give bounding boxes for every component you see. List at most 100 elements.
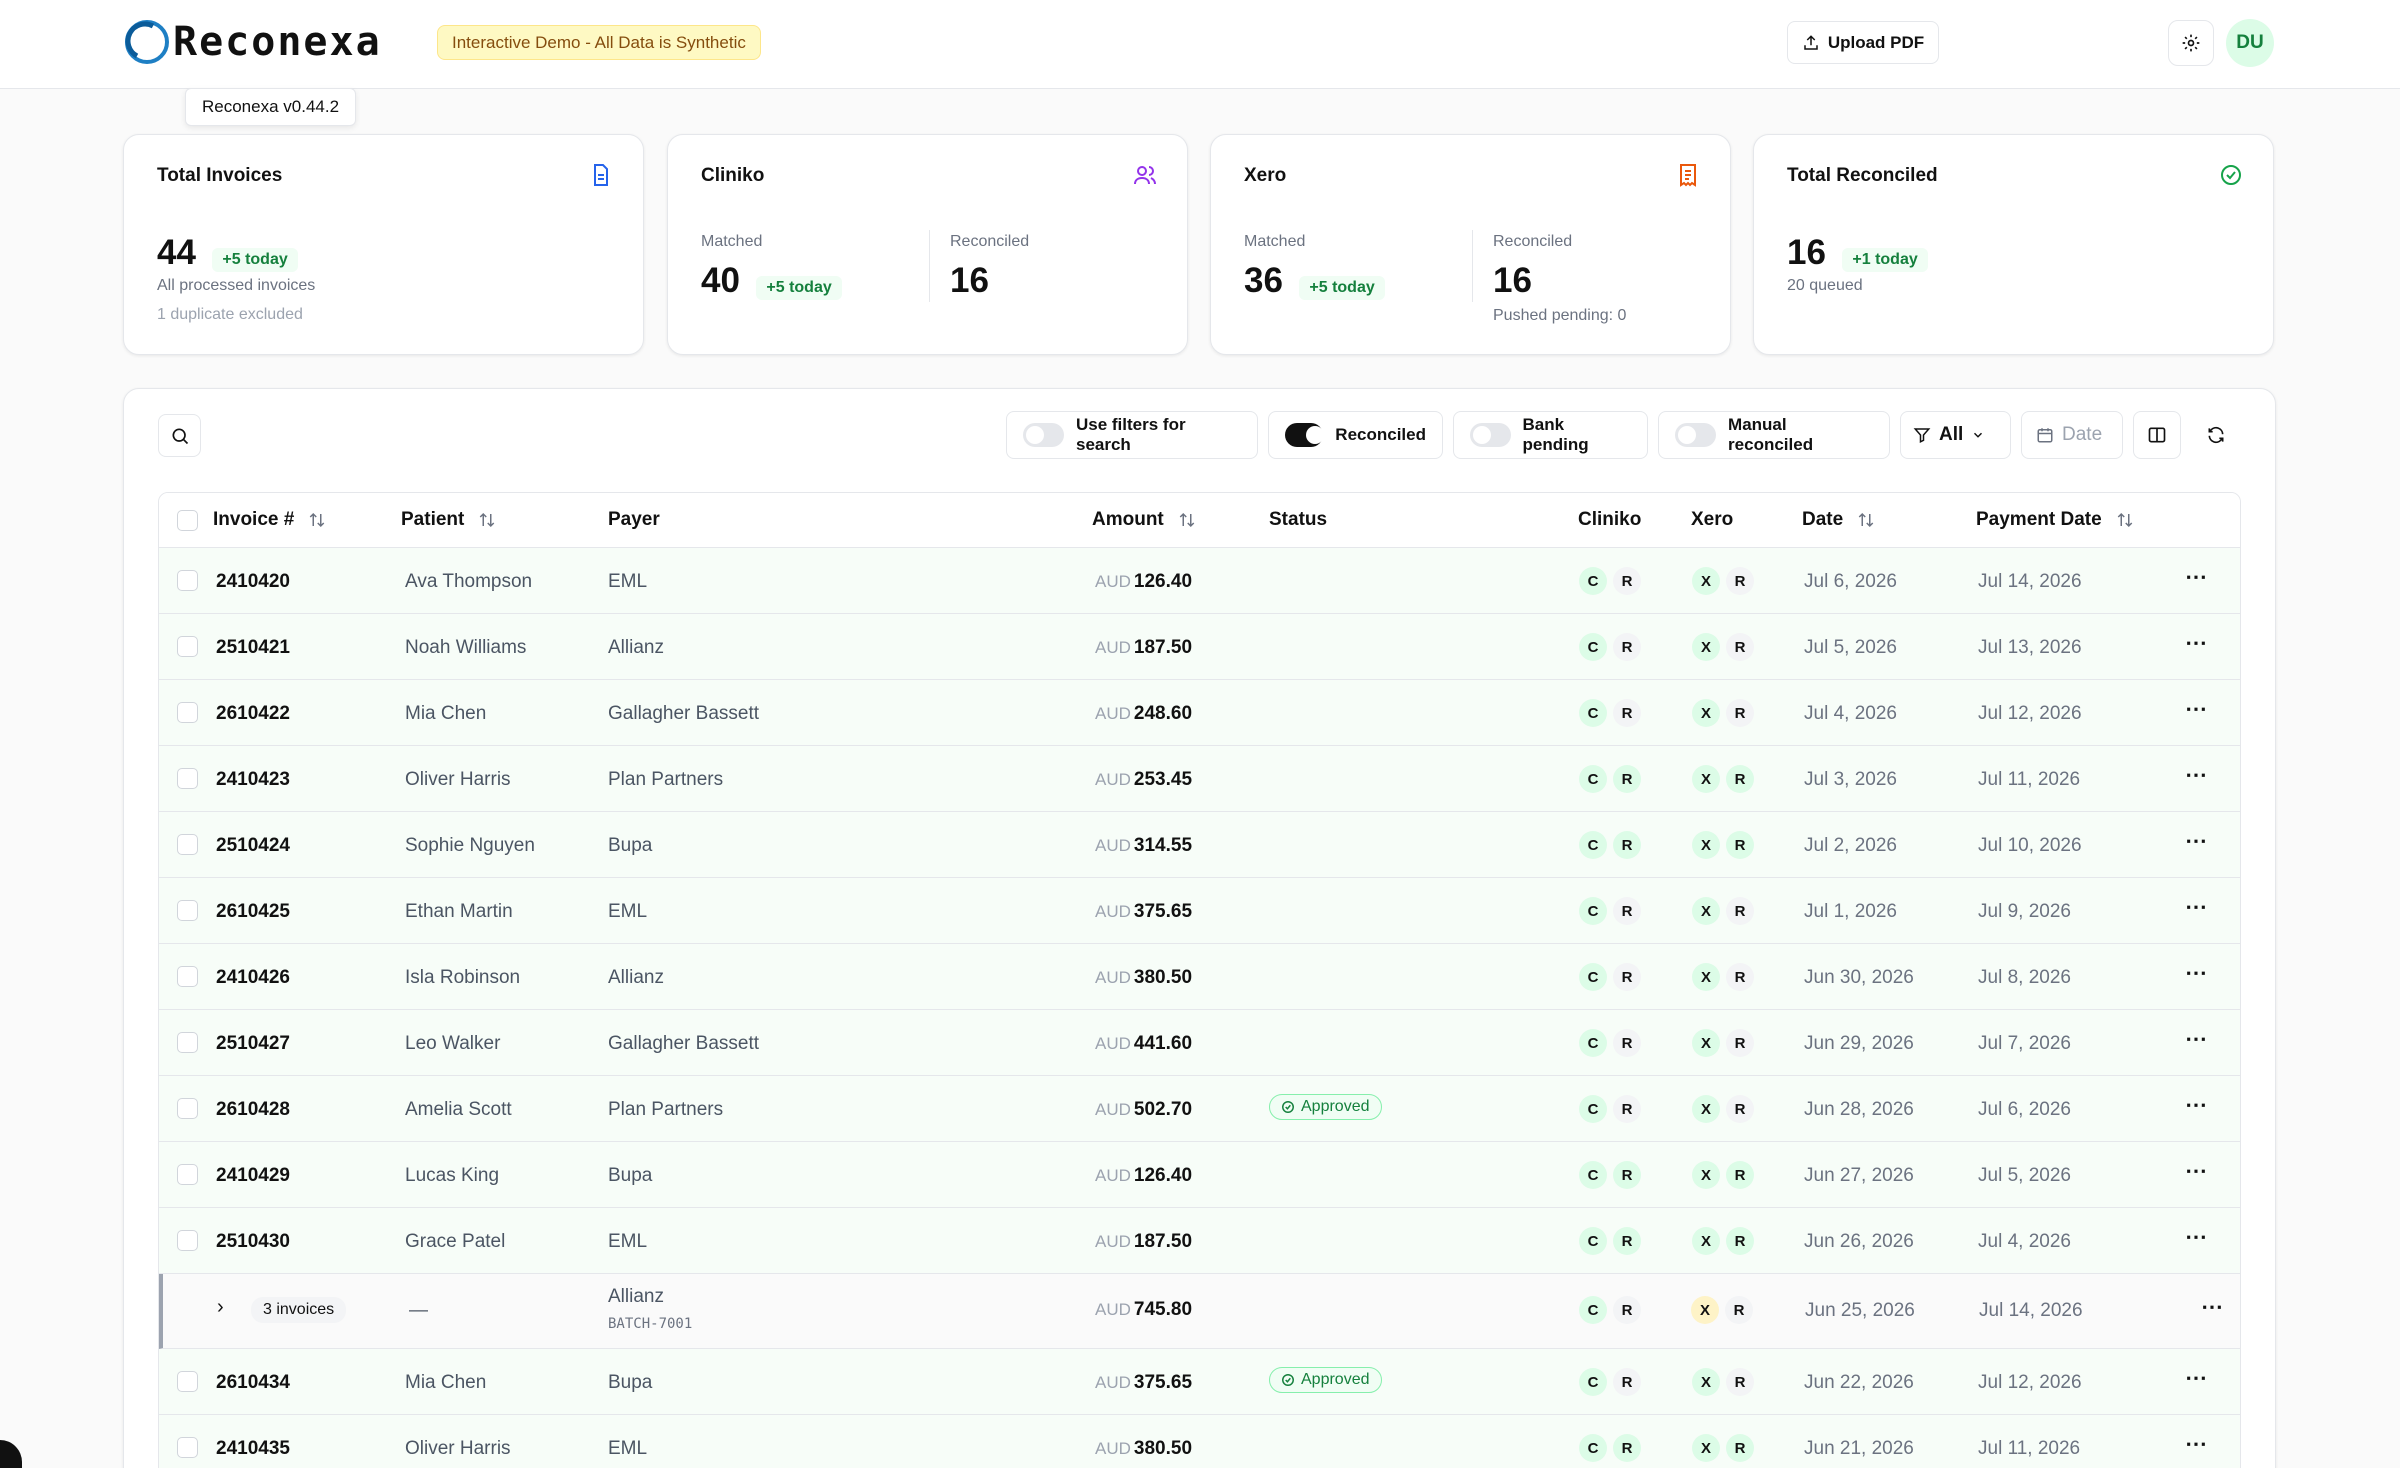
table-row[interactable]: 2610428 Amelia Scott Plan Partners AUD 502.7… <box>159 1076 2240 1142</box>
row-checkbox[interactable] <box>177 966 198 987</box>
date-picker[interactable]: Date <box>2021 411 2123 459</box>
currency: AUD <box>1095 1300 1131 1319</box>
invoice-number[interactable]: 2510421 <box>216 637 290 659</box>
user-avatar[interactable]: DU <box>2226 19 2274 67</box>
row-checkbox[interactable] <box>177 1032 198 1053</box>
logo-icon <box>125 20 169 64</box>
col-date[interactable]: Date <box>1802 509 1875 531</box>
row-checkbox[interactable] <box>177 702 198 723</box>
patient-name: Sophie Nguyen <box>405 835 535 856</box>
row-checkbox[interactable] <box>177 636 198 657</box>
row-checkbox[interactable] <box>177 1371 198 1392</box>
table-row[interactable]: 2410426 Isla Robinson Allianz AUD 380.50 C R X R… <box>159 944 2240 1010</box>
table-row[interactable]: 2610422 Mia Chen Gallagher Bassett AUD 248.6… <box>159 680 2240 746</box>
more-actions-icon[interactable]: ⋯ <box>2185 960 2208 986</box>
table-row[interactable]: 2510430 Grace Patel EML AUD 187.50 C R X R Jun 26… <box>159 1208 2240 1274</box>
more-actions-icon[interactable]: ⋯ <box>2185 696 2208 722</box>
row-checkbox[interactable] <box>177 900 198 921</box>
table-row[interactable]: 2610434 Mia Chen Bupa AUD 375.65 Approved C R X R… <box>159 1349 2240 1415</box>
manual-reconciled-toggle[interactable]: Manual reconciled <box>1658 411 1890 459</box>
col-invoice[interactable]: Invoice # <box>213 509 326 531</box>
bank-pending-toggle[interactable]: Bank pending <box>1453 411 1648 459</box>
table-row[interactable]: 2410429 Lucas King Bupa AUD 126.40 C R X R Jun 27… <box>159 1142 2240 1208</box>
invoice-number[interactable]: 2610425 <box>216 901 290 923</box>
settings-button[interactable] <box>2168 20 2214 66</box>
table-row[interactable]: 2410435 Oliver Harris EML AUD 380.50 C R X R Jun … <box>159 1415 2240 1468</box>
col-amount[interactable]: Amount <box>1092 509 1196 531</box>
app-logo[interactable]: Reconexa <box>123 18 382 66</box>
sort-icon <box>1179 512 1195 528</box>
invoice-number[interactable]: 2510424 <box>216 835 290 857</box>
invoice-number[interactable]: 2410435 <box>216 1438 290 1460</box>
invoice-number[interactable]: 2410429 <box>216 1165 290 1187</box>
table-row[interactable]: 2410423 Oliver Harris Plan Partners AUD 253.… <box>159 746 2240 812</box>
more-actions-icon[interactable]: ⋯ <box>2185 564 2208 590</box>
invoice-number[interactable]: 2410423 <box>216 769 290 791</box>
xero-chip-x: X <box>1692 1095 1720 1123</box>
search-button[interactable] <box>158 414 201 457</box>
more-actions-icon[interactable]: ⋯ <box>2185 1092 2208 1118</box>
invoice-number[interactable]: 2610422 <box>216 703 290 725</box>
more-actions-icon[interactable]: ⋯ <box>2201 1294 2224 1320</box>
invoice-number[interactable]: 2510427 <box>216 1033 290 1055</box>
divider <box>1472 230 1473 302</box>
invoice-number[interactable]: 2610434 <box>216 1372 290 1394</box>
more-actions-icon[interactable]: ⋯ <box>2185 1365 2208 1391</box>
row-checkbox[interactable] <box>177 768 198 789</box>
card-caption: All processed invoices <box>157 277 316 294</box>
toggle-switch[interactable] <box>1470 423 1511 447</box>
more-actions-icon[interactable]: ⋯ <box>2185 630 2208 656</box>
xero-chips: XR <box>1692 699 1754 727</box>
amount: AUD 187.50 <box>1095 1231 1192 1253</box>
invoice-number[interactable]: 2410420 <box>216 571 290 593</box>
toggle-switch[interactable] <box>1023 423 1064 447</box>
row-checkbox[interactable] <box>177 1164 198 1185</box>
select-all-checkbox[interactable] <box>177 510 198 531</box>
cliniko-chip-c: C <box>1579 765 1607 793</box>
currency: AUD <box>1095 1166 1131 1185</box>
more-actions-icon[interactable]: ⋯ <box>2185 1026 2208 1052</box>
gear-icon <box>2182 34 2200 52</box>
amount: AUD 314.55 <box>1095 835 1192 857</box>
cliniko-chips: CR <box>1579 1227 1641 1255</box>
row-checkbox[interactable] <box>177 1230 198 1251</box>
col-payment-date[interactable]: Payment Date <box>1976 509 2134 531</box>
toggle-switch[interactable] <box>1675 423 1717 447</box>
row-checkbox[interactable] <box>177 570 198 591</box>
xero-chips: XR <box>1692 831 1754 859</box>
more-actions-icon[interactable]: ⋯ <box>2185 1431 2208 1457</box>
invoice-number[interactable]: 2410426 <box>216 967 290 989</box>
refresh-button[interactable] <box>2192 411 2240 459</box>
use-filters-toggle[interactable]: Use filters for search <box>1006 411 1258 459</box>
amount-value: 502.70 <box>1133 1099 1193 1120</box>
table-row[interactable]: 2510424 Sophie Nguyen Bupa AUD 314.55 C R X R Jul… <box>159 812 2240 878</box>
table-row[interactable]: 2510427 Leo Walker Gallagher Bassett AUD 441… <box>159 1010 2240 1076</box>
upload-pdf-button[interactable]: Upload PDF <box>1787 21 1939 64</box>
payment-date: Jul 10, 2026 <box>1978 835 2082 856</box>
table-row[interactable]: 2510421 Noah Williams Allianz AUD 187.50 C R X R… <box>159 614 2240 680</box>
more-actions-icon[interactable]: ⋯ <box>2185 1224 2208 1250</box>
table-row[interactable]: 2610425 Ethan Martin EML AUD 375.65 C R X R Jul 1… <box>159 878 2240 944</box>
more-actions-icon[interactable]: ⋯ <box>2185 1158 2208 1184</box>
row-checkbox[interactable] <box>177 1098 198 1119</box>
more-actions-icon[interactable]: ⋯ <box>2185 828 2208 854</box>
invoice-date: Jul 3, 2026 <box>1804 769 1897 790</box>
row-checkbox[interactable] <box>177 834 198 855</box>
chevron-right-icon[interactable]: › <box>217 1296 224 1319</box>
more-actions-icon[interactable]: ⋯ <box>2185 894 2208 920</box>
invoice-number[interactable]: 2610428 <box>216 1099 290 1121</box>
filter-dropdown[interactable]: All <box>1900 411 2011 459</box>
invoice-table: Invoice # Patient Payer Amount Status Cl… <box>158 492 2241 1468</box>
more-actions-icon[interactable]: ⋯ <box>2185 762 2208 788</box>
document-icon <box>594 164 608 186</box>
toggle-switch[interactable] <box>1285 423 1325 447</box>
reconciled-toggle[interactable]: Reconciled <box>1268 411 1443 459</box>
users-icon <box>1134 166 1156 185</box>
col-patient[interactable]: Patient <box>401 509 496 531</box>
batch-group-row[interactable]: › 3 invoices — Allianz BATCH-7001 AUD 745… <box>159 1274 2240 1349</box>
table-row[interactable]: 2410420 Ava Thompson EML AUD 126.40 C R X R Jul 6… <box>159 548 2240 614</box>
currency: AUD <box>1095 638 1131 657</box>
row-checkbox[interactable] <box>177 1437 198 1458</box>
invoice-number[interactable]: 2510430 <box>216 1231 290 1253</box>
columns-button[interactable] <box>2133 411 2181 459</box>
